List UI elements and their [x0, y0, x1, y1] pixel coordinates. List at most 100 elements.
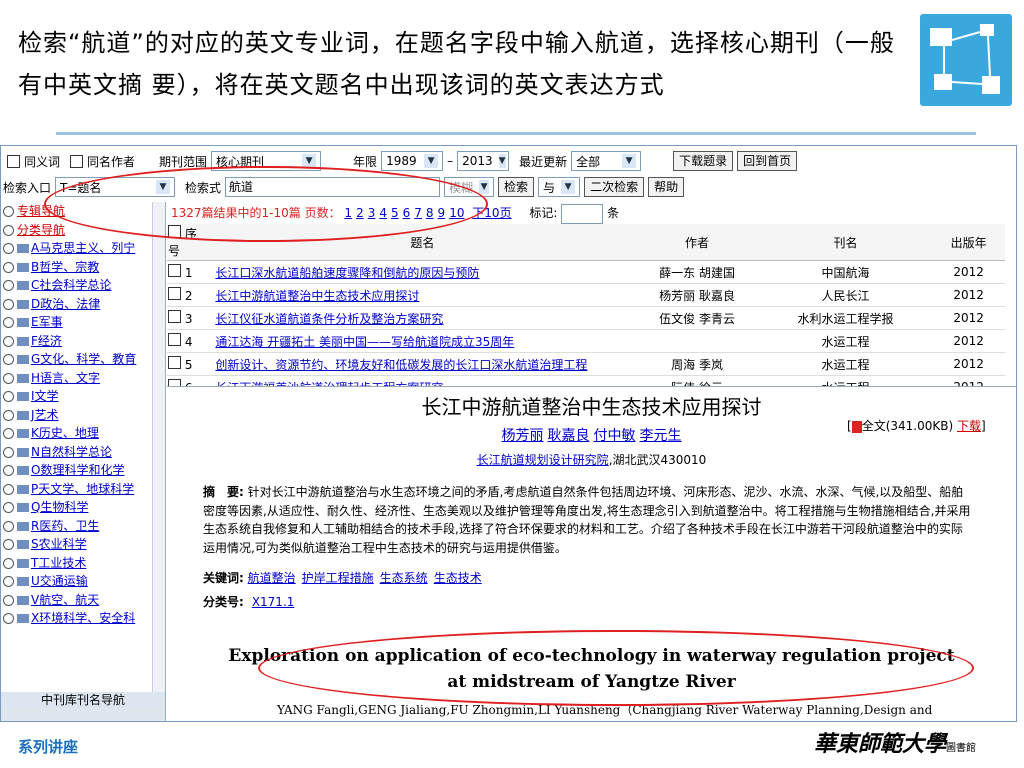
sidebar-scrollbar[interactable]: [152, 202, 165, 692]
year-from-select[interactable]: 1989 ▼: [381, 151, 444, 171]
sidebar-item[interactable]: G文化、科学、教育: [1, 350, 151, 369]
help-button[interactable]: 帮助: [648, 177, 685, 197]
sidebar-item-label[interactable]: S农业科学: [31, 537, 87, 551]
sidebar-item-label[interactable]: U交通运输: [31, 574, 88, 588]
row-checkbox[interactable]: [168, 287, 181, 300]
year-to-select[interactable]: 2013 ▼: [457, 151, 510, 171]
row-checkbox[interactable]: [168, 333, 181, 346]
secondary-search-button[interactable]: 二次检索: [584, 177, 645, 197]
sidebar-item-label[interactable]: 分类导航: [17, 223, 65, 237]
mark-input[interactable]: [561, 203, 604, 224]
radio-icon[interactable]: [3, 409, 14, 421]
page-link[interactable]: 3: [368, 206, 376, 220]
radio-icon[interactable]: [3, 576, 14, 587]
radio-icon[interactable]: [3, 372, 14, 384]
page-link[interactable]: 6: [403, 206, 411, 220]
sidebar-item[interactable]: V航空、航天: [1, 591, 151, 610]
row-title-link[interactable]: 通江达海 开疆拓土 美丽中国——写给航道院成立35周年: [215, 335, 514, 349]
sidebar-item-label[interactable]: H语言、文字: [31, 371, 100, 385]
next-pages-link[interactable]: 下10页: [472, 206, 511, 220]
sidebar-item-label[interactable]: C社会科学总论: [31, 278, 111, 292]
sidebar-item-label[interactable]: D政治、法律: [31, 297, 100, 311]
sidebar-item[interactable]: S农业科学: [1, 535, 151, 554]
radio-icon[interactable]: [3, 354, 14, 365]
page-link[interactable]: 8: [426, 206, 434, 220]
sidebar-item-label[interactable]: B哲学、宗教: [31, 260, 99, 274]
keyword-link[interactable]: 生态技术: [434, 571, 482, 585]
author-link[interactable]: 付中敏: [594, 428, 636, 444]
sidebar-item-label[interactable]: I文学: [31, 389, 59, 403]
sidebar-item[interactable]: 分类导航: [1, 221, 151, 240]
radio-icon[interactable]: [3, 465, 14, 476]
sidebar-item-label[interactable]: G文化、科学、教育: [31, 352, 136, 366]
keyword-link[interactable]: 生态系统: [380, 571, 428, 585]
keyword-link[interactable]: 航道整治: [248, 571, 296, 585]
radio-icon[interactable]: [3, 428, 14, 439]
sidebar-item-label[interactable]: K历史、地理: [31, 426, 99, 440]
keyword-link[interactable]: 护岸工程措施: [302, 571, 374, 585]
sidebar-item[interactable]: I文学: [1, 387, 151, 406]
page-link[interactable]: 7: [414, 206, 422, 220]
radio-icon[interactable]: [3, 335, 14, 347]
sidebar-item[interactable]: A马克思主义、列宁: [1, 239, 151, 258]
row-title-link[interactable]: 长江中游航道整治中生态技术应用探讨: [215, 289, 419, 303]
page-link[interactable]: 10: [449, 206, 464, 220]
sidebar-item-label[interactable]: F经济: [31, 334, 62, 348]
page-link[interactable]: 4: [379, 206, 387, 220]
radio-icon[interactable]: [3, 206, 14, 217]
page-link[interactable]: 5: [391, 206, 399, 220]
sidebar-item-label[interactable]: O数理科学和化学: [31, 463, 124, 477]
sidebar-item[interactable]: C社会科学总论: [1, 276, 151, 295]
radio-icon[interactable]: [3, 224, 14, 236]
radio-icon[interactable]: [3, 557, 14, 569]
sidebar-item-label[interactable]: A马克思主义、列宁: [31, 241, 135, 255]
sidebar-item-label[interactable]: V航空、航天: [31, 593, 99, 607]
update-select[interactable]: 全部 ▼: [571, 151, 642, 171]
sidebar-item[interactable]: H语言、文字: [1, 369, 151, 388]
sidebar-item[interactable]: K历史、地理: [1, 424, 151, 443]
radio-icon[interactable]: [3, 280, 14, 291]
query-input[interactable]: 航道: [225, 177, 441, 197]
radio-icon[interactable]: [3, 539, 14, 550]
sidebar-item[interactable]: 专辑导航: [1, 202, 151, 221]
sidebar-item[interactable]: T工业技术: [1, 554, 151, 573]
row-checkbox[interactable]: [168, 356, 181, 369]
page-link[interactable]: 1: [344, 206, 352, 220]
sidebar-item[interactable]: N自然科学总论: [1, 443, 151, 462]
author-link[interactable]: 耿嘉良: [548, 428, 590, 444]
sidebar-item-label[interactable]: 专辑导航: [17, 204, 65, 218]
sidebar-item[interactable]: F经济: [1, 332, 151, 351]
select-all-checkbox[interactable]: [168, 225, 181, 238]
sidebar-item-label[interactable]: X环境科学、安全科: [31, 611, 135, 625]
radio-icon[interactable]: [3, 446, 14, 458]
radio-icon[interactable]: [3, 391, 14, 402]
affiliation-link[interactable]: 长江航道规划设计研究院: [477, 453, 609, 467]
row-title-link[interactable]: 长江仪征水道航道条件分析及整治方案研究: [215, 312, 443, 326]
sidebar-item[interactable]: B哲学、宗教: [1, 258, 151, 277]
radio-icon[interactable]: [3, 298, 14, 310]
sidebar-item[interactable]: E军事: [1, 313, 151, 332]
search-entry-select[interactable]: T=题名 ▼: [55, 177, 176, 197]
sidebar-horizontal-scrollbar[interactable]: [1, 708, 165, 721]
sidebar-item[interactable]: P天文学、地球科学: [1, 480, 151, 499]
sidebar-item-label[interactable]: T工业技术: [31, 556, 86, 570]
search-button[interactable]: 检索: [498, 177, 535, 197]
author-link[interactable]: 杨芳丽: [502, 428, 544, 444]
radio-icon[interactable]: [3, 261, 14, 273]
row-title-link[interactable]: 长江口深水航道船舶速度骤降和倒航的原因与预防: [215, 266, 479, 280]
radio-icon[interactable]: [3, 502, 14, 513]
sidebar-item-label[interactable]: P天文学、地球科学: [31, 482, 134, 496]
same-author-checkbox[interactable]: [70, 154, 84, 168]
sidebar-item[interactable]: Q生物科学: [1, 498, 151, 517]
sidebar-item-label[interactable]: Q生物科学: [31, 500, 88, 514]
row-title-link[interactable]: 创新设计、资源节约、环境友好和低碳发展的长江口深水航道治理工程: [215, 358, 587, 372]
page-link[interactable]: 9: [438, 206, 446, 220]
row-checkbox[interactable]: [168, 310, 181, 323]
radio-icon[interactable]: [3, 520, 14, 532]
class-code-link[interactable]: X171.1: [252, 595, 295, 609]
sidebar-item-label[interactable]: E军事: [31, 315, 63, 329]
page-link[interactable]: 2: [356, 206, 364, 220]
sidebar-item-label[interactable]: N自然科学总论: [31, 445, 112, 459]
sidebar-item[interactable]: O数理科学和化学: [1, 461, 151, 480]
radio-icon[interactable]: [3, 483, 14, 495]
